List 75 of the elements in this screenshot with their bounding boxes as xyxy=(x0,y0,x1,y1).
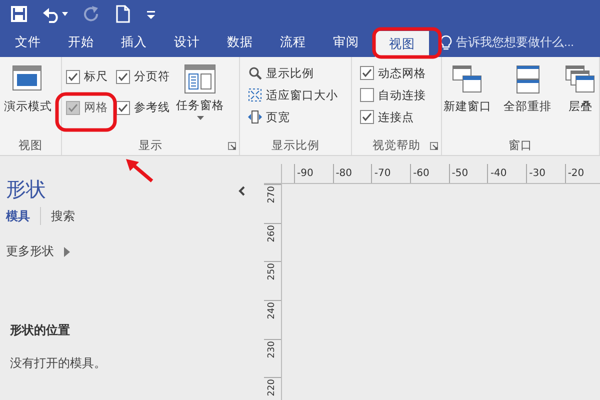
checkbox-icon xyxy=(116,100,130,114)
magnifier-icon xyxy=(248,66,262,80)
checkbox[interactable]: 分页符 xyxy=(116,69,170,84)
ribbon-button[interactable]: 适应窗口大小 xyxy=(248,84,338,106)
collapse-icon xyxy=(238,186,246,196)
document-button[interactable] xyxy=(114,5,132,23)
dropdown-icon xyxy=(146,8,156,20)
checkbox[interactable]: 参考线 xyxy=(116,100,170,115)
undo-button[interactable] xyxy=(42,5,68,23)
ruler-label: 260 xyxy=(267,224,278,242)
ribbon-button[interactable]: 任务窗格 xyxy=(176,61,224,122)
ruler-label: -50 xyxy=(448,164,488,183)
ruler-label: -40 xyxy=(487,164,526,183)
page-width-icon xyxy=(248,110,262,124)
ribbon-tab[interactable]: 视图 xyxy=(375,31,429,57)
annotation-frame xyxy=(372,27,442,59)
ruler-label: 270 xyxy=(267,186,278,204)
ruler-label: -70 xyxy=(371,164,410,183)
checkbox-icon xyxy=(66,100,80,114)
ribbon-button[interactable]: 层叠 xyxy=(564,62,598,116)
dropdown-button[interactable] xyxy=(146,8,156,20)
ruler-label: 220 xyxy=(267,379,278,397)
more-shapes-button[interactable]: 更多形状 xyxy=(6,243,70,260)
panel-tab[interactable]: 模具 xyxy=(6,208,40,224)
group-label: 视觉帮助 xyxy=(372,138,420,152)
annotation-arrow xyxy=(124,157,154,183)
fit-to-window-icon xyxy=(248,88,262,102)
save-icon xyxy=(10,5,28,23)
checkbox-icon xyxy=(66,70,80,84)
panel-title: 形状 xyxy=(6,176,46,203)
ruler-label: -80 xyxy=(332,164,372,183)
triangle-icon xyxy=(64,246,70,256)
ruler-label: -60 xyxy=(410,164,449,183)
group-label: 视图 xyxy=(18,138,42,152)
ribbon-tab[interactable]: 流程 xyxy=(269,28,317,57)
checkbox-icon xyxy=(116,70,130,84)
redo-icon xyxy=(82,5,100,23)
ribbon-button[interactable]: 演示模式 xyxy=(4,62,52,116)
checkbox[interactable]: 自动连接 xyxy=(360,88,426,102)
ruler-label: -20 xyxy=(564,164,600,183)
ruler-label: -90 xyxy=(294,164,333,183)
ribbon-tab[interactable]: 数据 xyxy=(216,28,264,57)
ribbon-tab[interactable]: 审阅 xyxy=(322,28,370,57)
ruler-label: -30 xyxy=(526,164,565,183)
ruler-label: 230 xyxy=(267,340,278,358)
section-title: 形状的位置 xyxy=(10,322,71,339)
group-label: 窗口 xyxy=(508,138,532,152)
tell-me-field[interactable]: 告诉我您想要做什么... xyxy=(440,28,574,57)
ribbon-button[interactable]: 全部重排 xyxy=(504,62,552,116)
ribbon-button[interactable]: 页宽 xyxy=(248,106,338,128)
checkbox[interactable]: 动态网格 xyxy=(360,66,426,80)
ribbon-button[interactable]: 显示比例 xyxy=(248,62,338,84)
save-button[interactable] xyxy=(10,5,28,23)
panel-tab[interactable]: 搜索 xyxy=(51,208,85,224)
ribbon-button[interactable]: 新建窗口 xyxy=(444,62,492,116)
ribbon-tab[interactable]: 开始 xyxy=(57,28,105,57)
checkbox-icon xyxy=(360,88,374,102)
lightbulb-icon xyxy=(440,35,452,50)
ribbon-tab[interactable]: 设计 xyxy=(163,28,211,57)
ruler-label: 240 xyxy=(267,302,278,320)
document-icon xyxy=(114,5,132,23)
annotation-frame xyxy=(55,92,117,132)
checkbox[interactable]: 标尺 xyxy=(66,69,108,84)
group-label: 显示比例 xyxy=(272,138,320,152)
caret-icon xyxy=(62,12,68,16)
group-label: 显示 xyxy=(138,138,162,152)
task-pane-icon xyxy=(183,63,217,95)
empty-message: 没有打开的模具。 xyxy=(10,355,107,372)
checkbox[interactable]: 连接点 xyxy=(360,110,426,124)
ruler-label: 250 xyxy=(267,263,278,281)
ribbon-tab[interactable]: 插入 xyxy=(110,28,158,57)
ribbon-tab[interactable]: 文件 xyxy=(4,28,52,57)
checkbox-icon xyxy=(360,66,374,80)
checkbox-icon xyxy=(360,110,374,124)
undo-icon xyxy=(42,5,60,23)
